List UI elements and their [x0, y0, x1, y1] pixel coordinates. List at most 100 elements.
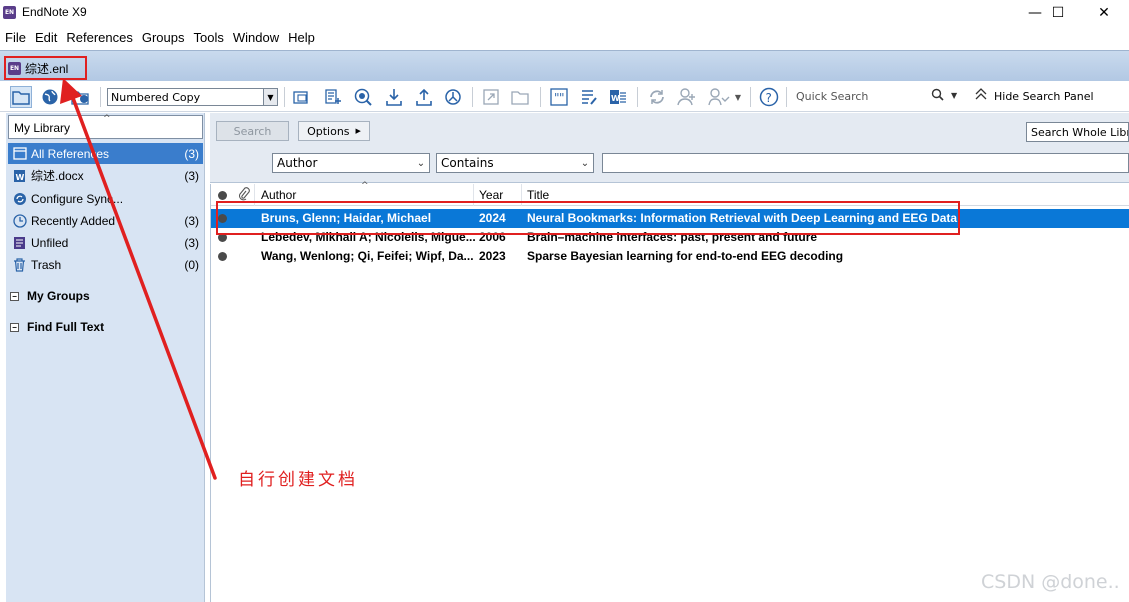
search-value-input[interactable]	[602, 153, 1129, 173]
menu-window[interactable]: Window	[229, 30, 283, 45]
sort-ascending-icon: ^	[361, 181, 369, 191]
menu-tools[interactable]: Tools	[189, 30, 227, 45]
section-label: My Groups	[27, 289, 90, 303]
reference-author: Lebedev, Mikhail A; Nicolelis, Migue...	[261, 230, 475, 244]
chevron-down-icon[interactable]: ▼	[733, 86, 743, 108]
library-selector[interactable]: My Library ^	[8, 114, 203, 139]
group-unfiled[interactable]: Unfiled (3)	[8, 232, 203, 253]
toolbar-separator	[786, 87, 787, 107]
paperclip-icon	[238, 186, 250, 204]
menu-groups[interactable]: Groups	[138, 30, 189, 45]
group-count: (3)	[184, 235, 199, 250]
group-name: Configure Sync...	[31, 191, 124, 206]
svg-text:": "	[559, 91, 565, 105]
group-count: (3)	[184, 146, 199, 161]
search-scope-value: Search Whole Libr	[1031, 125, 1128, 139]
collapse-icon[interactable]: −	[10, 291, 19, 301]
menu-edit[interactable]: Edit	[31, 30, 61, 45]
clock-icon	[12, 213, 27, 228]
library-tab-label: 综述.enl	[25, 61, 69, 76]
reference-year: 2024	[479, 211, 506, 225]
help-icon[interactable]: ?	[758, 86, 780, 108]
library-file-icon: EN	[8, 61, 21, 75]
open-link-icon[interactable]	[480, 86, 502, 108]
output-style-value: Numbered Copy	[111, 90, 201, 104]
main-toolbar: Numbered Copy ▼ " " W ▼ ? Quick Search ▼…	[0, 82, 1129, 112]
reference-author: Wang, Wenlong; Qi, Feifei; Wipf, Da...	[261, 249, 474, 263]
insert-citation-icon[interactable]: " "	[548, 86, 570, 108]
online-search-icon[interactable]	[39, 86, 61, 108]
groups-pane: My Library ^ All References (3) W 综述.doc…	[6, 113, 205, 602]
word-icon[interactable]: W	[607, 86, 629, 108]
read-status-column[interactable]	[211, 184, 233, 206]
copy-to-group-icon[interactable]	[291, 86, 313, 108]
unfiled-icon	[12, 235, 27, 250]
toolbar-separator	[284, 87, 285, 107]
reference-author: Bruns, Glenn; Haidar, Michael	[261, 211, 432, 225]
reference-row[interactable]: Lebedev, Mikhail A; Nicolelis, Migue... …	[211, 228, 1129, 247]
unread-dot-icon	[218, 233, 227, 242]
online-search-globe-icon[interactable]	[352, 86, 374, 108]
chevron-up-icon	[975, 88, 987, 104]
word-doc-icon: W	[12, 168, 27, 183]
hide-search-panel-button[interactable]: Hide Search Panel	[975, 88, 1094, 104]
search-scope-select[interactable]: Search Whole Libr	[1026, 122, 1129, 142]
collapse-icon[interactable]: −	[10, 322, 19, 332]
find-full-text-icon[interactable]	[442, 86, 464, 108]
quick-search-input[interactable]: Quick Search	[796, 90, 868, 103]
annotation-text: 自行创建文档	[238, 470, 358, 490]
close-button[interactable]: ✕	[1081, 0, 1127, 26]
search-button[interactable]: Search	[216, 121, 289, 141]
chevron-down-icon[interactable]: ▼	[263, 89, 277, 105]
menu-file[interactable]: File	[1, 30, 30, 45]
reference-row[interactable]: Bruns, Glenn; Haidar, Michael 2024 Neura…	[211, 209, 1129, 228]
reference-row[interactable]: Wang, Wenlong; Qi, Feifei; Wipf, Da... 2…	[211, 247, 1129, 266]
export-icon[interactable]	[413, 86, 435, 108]
maximize-button[interactable]: ☐	[1035, 0, 1081, 26]
menu-references[interactable]: References	[62, 30, 136, 45]
read-dot-icon	[218, 190, 227, 200]
options-label: Options	[307, 124, 350, 138]
output-style-select[interactable]: Numbered Copy ▼	[107, 88, 278, 106]
toolbar-separator	[100, 87, 101, 107]
group-word-document[interactable]: W 综述.docx (3)	[8, 165, 203, 186]
unread-dot-icon	[218, 214, 227, 223]
share-icon[interactable]	[676, 86, 698, 108]
group-share-icon[interactable]	[708, 86, 730, 108]
column-year[interactable]: Year	[474, 184, 522, 206]
svg-text:?: ?	[766, 91, 772, 105]
column-title[interactable]: Title	[522, 184, 1129, 206]
svg-text:W: W	[611, 94, 620, 103]
integrated-library-icon[interactable]	[70, 86, 92, 108]
find-full-text-header[interactable]: − Find Full Text	[10, 320, 104, 334]
options-button[interactable]: Options ▶	[298, 121, 370, 141]
reference-title: Sparse Bayesian learning for end-to-end …	[527, 249, 844, 263]
menu-bar: File Edit References Groups Tools Window…	[0, 27, 1129, 48]
open-file-icon[interactable]	[510, 86, 532, 108]
new-reference-icon[interactable]	[322, 86, 344, 108]
my-groups-header[interactable]: − My Groups	[10, 289, 90, 303]
search-field-select[interactable]: Author ⌄	[272, 153, 430, 173]
search-operator-value: Contains	[441, 156, 494, 170]
hide-search-panel-label: Hide Search Panel	[994, 89, 1094, 103]
group-configure-sync[interactable]: Configure Sync...	[8, 188, 203, 209]
search-field-value: Author	[277, 156, 318, 170]
format-bibliography-icon[interactable]	[578, 86, 600, 108]
group-recently-added[interactable]: Recently Added (3)	[8, 210, 203, 231]
chevron-down-icon[interactable]: ▼	[951, 91, 957, 100]
search-icon[interactable]	[931, 88, 944, 105]
all-references-icon	[12, 146, 27, 161]
sync-icon[interactable]	[646, 86, 668, 108]
search-operator-select[interactable]: Contains ⌄	[436, 153, 594, 173]
attachment-column[interactable]	[233, 184, 255, 206]
chevron-down-icon: ⌄	[580, 157, 590, 169]
group-count: (3)	[184, 168, 199, 183]
group-all-references[interactable]: All References (3)	[8, 143, 203, 164]
group-name: Trash	[31, 257, 62, 272]
group-count: (3)	[184, 213, 199, 228]
group-trash[interactable]: Trash (0)	[8, 254, 203, 275]
local-library-icon[interactable]	[10, 86, 32, 108]
library-tab[interactable]: EN 综述.enl	[4, 56, 87, 80]
import-icon[interactable]	[383, 86, 405, 108]
menu-help[interactable]: Help	[284, 30, 319, 45]
